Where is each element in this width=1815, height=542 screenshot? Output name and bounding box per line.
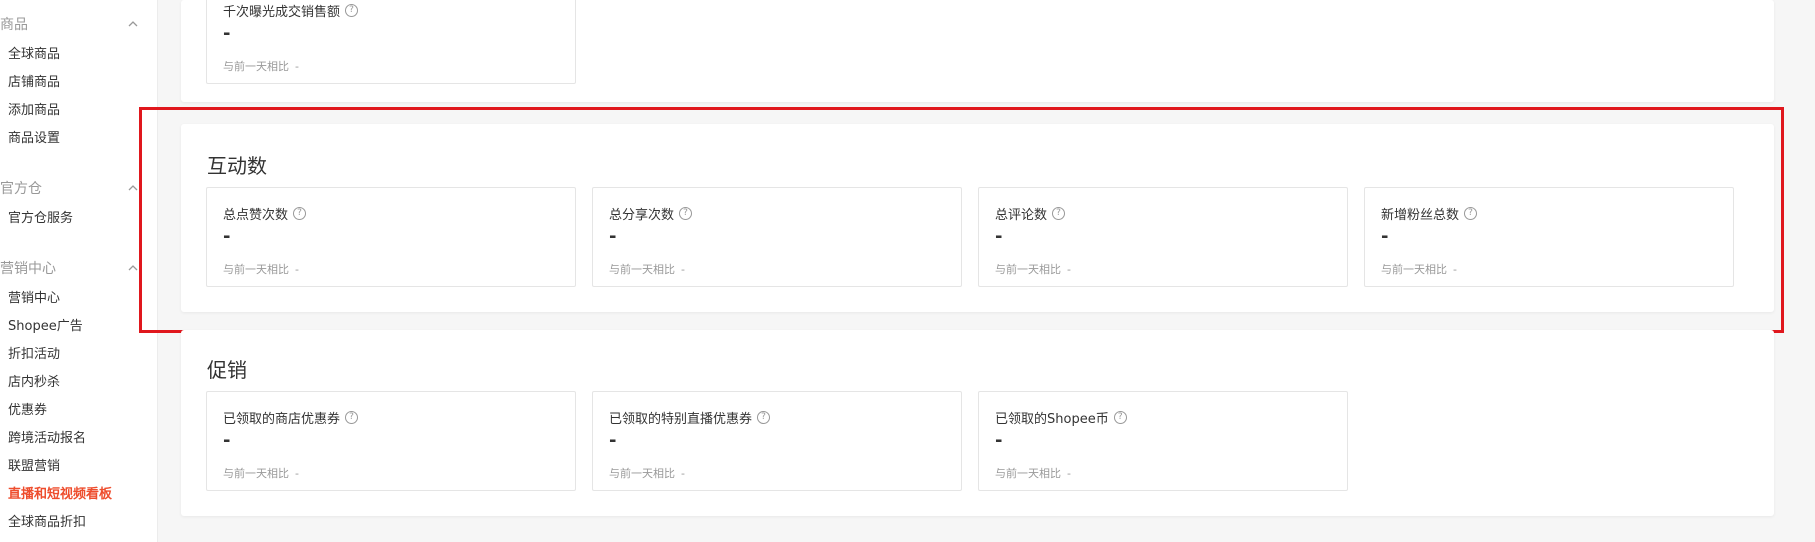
help-icon[interactable]: ? [345,4,359,17]
sidebar-item-shopee-ads[interactable]: Shopee广告 [8,315,83,334]
metric-compare-value: - [1453,263,1457,276]
metric-label: 千次曝光成交销售额 [223,5,341,20]
metric-compare-label: 与前一天相比 [995,467,1061,480]
metric-compare-value: - [295,467,299,480]
sidebar-item-cross-border-campaigns[interactable]: 跨境活动报名 [8,427,86,446]
metric-card-shopee-coins-claimed: 已领取的Shopee币 ? - 与前一天相比 - [978,391,1348,491]
metric-card-total-shares: 总分享次数 ? - 与前一天相比 - [592,187,962,287]
metric-label: 总点赞次数 [223,208,289,223]
sidebar-item-shop-products[interactable]: 店铺商品 [8,71,60,90]
metric-label: 新增粉丝总数 [1381,208,1460,223]
metric-value: - [223,23,231,44]
metric-compare-label: 与前一天相比 [609,467,675,480]
metric-card-gmv-per-thousand-impressions: 千次曝光成交销售额 ? - 与前一天相比 - [206,0,576,84]
section-title-promotion: 促销 [207,358,247,382]
metric-value: - [223,430,231,451]
help-icon[interactable]: ? [293,207,307,220]
chevron-up-icon[interactable] [128,183,138,193]
help-icon[interactable]: ? [757,411,771,424]
metric-card-live-vouchers-claimed: 已领取的特别直播优惠券 ? - 与前一天相比 - [592,391,962,491]
sidebar: 商品 全球商品 店铺商品 添加商品 商品设置 官方仓 官方仓服务 营销中心 营销… [0,0,158,542]
help-icon[interactable]: ? [345,411,359,424]
sidebar-item-vouchers[interactable]: 优惠券 [8,399,47,418]
sidebar-item-flash-sale[interactable]: 店内秒杀 [8,371,60,390]
sidebar-item-official-warehouse-service[interactable]: 官方仓服务 [8,207,73,226]
metric-compare-label: 与前一天相比 [223,263,289,276]
metric-compare-label: 与前一天相比 [1381,263,1447,276]
sidebar-group-title-official-warehouse[interactable]: 官方仓 [0,178,42,198]
sidebar-item-discount[interactable]: 折扣活动 [8,343,60,362]
top-metrics-card: 千次曝光成交销售额 ? - 与前一天相比 - [181,0,1774,102]
metric-value: - [995,430,1003,451]
metric-compare-value: - [1067,263,1071,276]
chevron-up-icon[interactable] [128,19,138,29]
chevron-up-icon[interactable] [128,263,138,273]
sidebar-item-global-product-discount[interactable]: 全球商品折扣 [8,511,86,530]
metric-compare-value: - [681,263,685,276]
metric-value: - [609,226,617,247]
sidebar-group-title-products[interactable]: 商品 [0,14,28,34]
sidebar-item-global-products[interactable]: 全球商品 [8,43,60,62]
metric-compare-value: - [295,263,299,276]
metric-label: 总评论数 [995,208,1048,223]
sidebar-item-live-video-dashboard[interactable]: 直播和短视频看板 [8,483,112,502]
sidebar-group-title-marketing[interactable]: 营销中心 [0,258,56,278]
metric-value: - [223,226,231,247]
metric-label: 总分享次数 [609,208,675,223]
metric-label: 已领取的Shopee币 [995,412,1109,427]
metric-value: - [995,226,1003,247]
metric-value: - [1381,226,1389,247]
metric-card-shop-vouchers-claimed: 已领取的商店优惠券 ? - 与前一天相比 - [206,391,576,491]
help-icon[interactable]: ? [1113,411,1127,424]
metric-compare-value: - [1067,467,1071,480]
metric-card-total-comments: 总评论数 ? - 与前一天相比 - [978,187,1348,287]
metric-card-new-followers: 新增粉丝总数 ? - 与前一天相比 - [1364,187,1734,287]
metric-compare-value: - [295,60,299,73]
help-icon[interactable]: ? [1464,207,1478,220]
metric-label: 已领取的商店优惠券 [223,412,341,427]
sidebar-item-product-settings[interactable]: 商品设置 [8,127,60,146]
metric-card-total-likes: 总点赞次数 ? - 与前一天相比 - [206,187,576,287]
metric-compare-value: - [681,467,685,480]
metric-compare-label: 与前一天相比 [995,263,1061,276]
sidebar-item-affiliate-marketing[interactable]: 联盟营销 [8,455,60,474]
metric-value: - [609,430,617,451]
sidebar-item-marketing-center[interactable]: 营销中心 [8,287,60,306]
metric-compare-label: 与前一天相比 [609,263,675,276]
help-icon[interactable]: ? [1052,207,1066,220]
help-icon[interactable]: ? [679,207,693,220]
metric-compare-label: 与前一天相比 [223,467,289,480]
section-title-interactions: 互动数 [207,154,267,178]
metric-label: 已领取的特别直播优惠券 [609,412,753,427]
metric-compare-label: 与前一天相比 [223,60,289,73]
sidebar-item-add-product[interactable]: 添加商品 [8,99,60,118]
